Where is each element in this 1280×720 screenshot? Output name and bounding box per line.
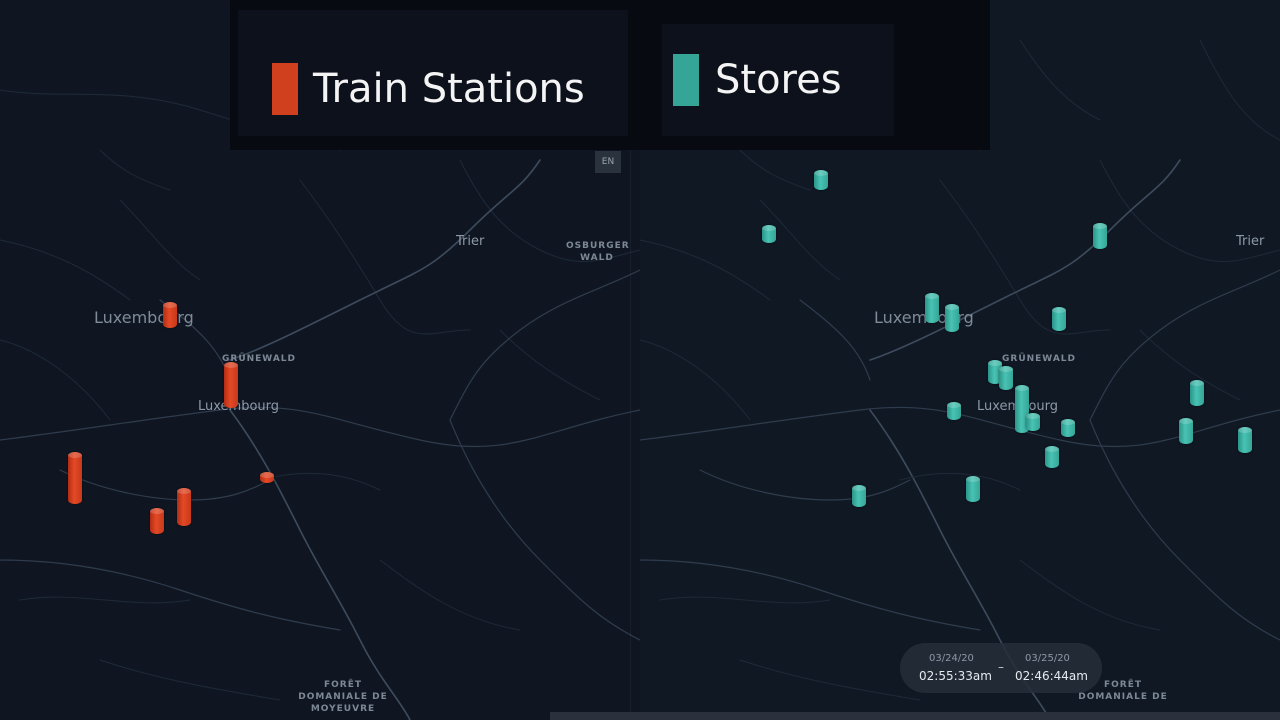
- place-foret-domaniale: FORÊT DOMANIALE DE MOYEUVRE: [298, 680, 388, 714]
- language-badge[interactable]: EN: [595, 151, 621, 173]
- store-bar[interactable]: [1045, 446, 1059, 468]
- store-bar[interactable]: [1052, 307, 1066, 331]
- end-time: 02:46:44am: [1015, 669, 1088, 683]
- store-bar[interactable]: [947, 402, 961, 420]
- store-bar[interactable]: [762, 225, 776, 243]
- legend-item-train-stations: Train Stations: [238, 10, 628, 136]
- legend-label-train-stations: Train Stations: [313, 66, 585, 112]
- start-date: 03/24/20: [929, 653, 974, 664]
- place-trier: Trier: [456, 234, 485, 249]
- train-station-bar[interactable]: [224, 362, 238, 408]
- store-bar[interactable]: [1026, 413, 1040, 431]
- start-time: 02:55:33am: [919, 669, 992, 683]
- store-bar[interactable]: [852, 485, 866, 507]
- end-date: 03/25/20: [1025, 653, 1070, 664]
- time-range-display[interactable]: 03/24/20 02:55:33am – 03/25/20 02:46:44a…: [900, 643, 1102, 693]
- train-station-bar[interactable]: [177, 488, 191, 526]
- pane-divider: [630, 150, 631, 720]
- legend-item-stores: Stores: [662, 24, 894, 136]
- train-station-bar[interactable]: [260, 472, 274, 483]
- legend-label-stores: Stores: [715, 57, 842, 103]
- store-bar[interactable]: [1179, 418, 1193, 444]
- store-bar[interactable]: [1061, 419, 1075, 437]
- place-grunewald: GRÜNEWALD: [1002, 354, 1076, 364]
- train-station-bar[interactable]: [68, 452, 82, 504]
- store-bar[interactable]: [1093, 223, 1107, 249]
- store-bar[interactable]: [966, 476, 980, 502]
- train-stations-swatch: [272, 63, 298, 115]
- store-bar[interactable]: [945, 304, 959, 332]
- train-station-bar[interactable]: [150, 508, 164, 534]
- place-luxembourg-city: Luxembourg: [198, 399, 280, 414]
- legend: Train Stations Stores: [230, 0, 990, 150]
- train-station-bar[interactable]: [163, 302, 177, 328]
- place-luxembourg-region: Luxembourg: [94, 308, 194, 327]
- stores-swatch: [673, 54, 699, 106]
- store-bar[interactable]: [999, 366, 1013, 390]
- range-separator: –: [998, 660, 1004, 674]
- place-trier: Trier: [1236, 234, 1265, 249]
- bottom-strip: [550, 712, 1280, 720]
- place-osburger-wald: OSBURGER WALD: [566, 241, 630, 263]
- store-bar[interactable]: [925, 293, 939, 323]
- store-bar[interactable]: [814, 170, 828, 190]
- store-bar[interactable]: [1190, 380, 1204, 406]
- store-bar[interactable]: [1238, 427, 1252, 453]
